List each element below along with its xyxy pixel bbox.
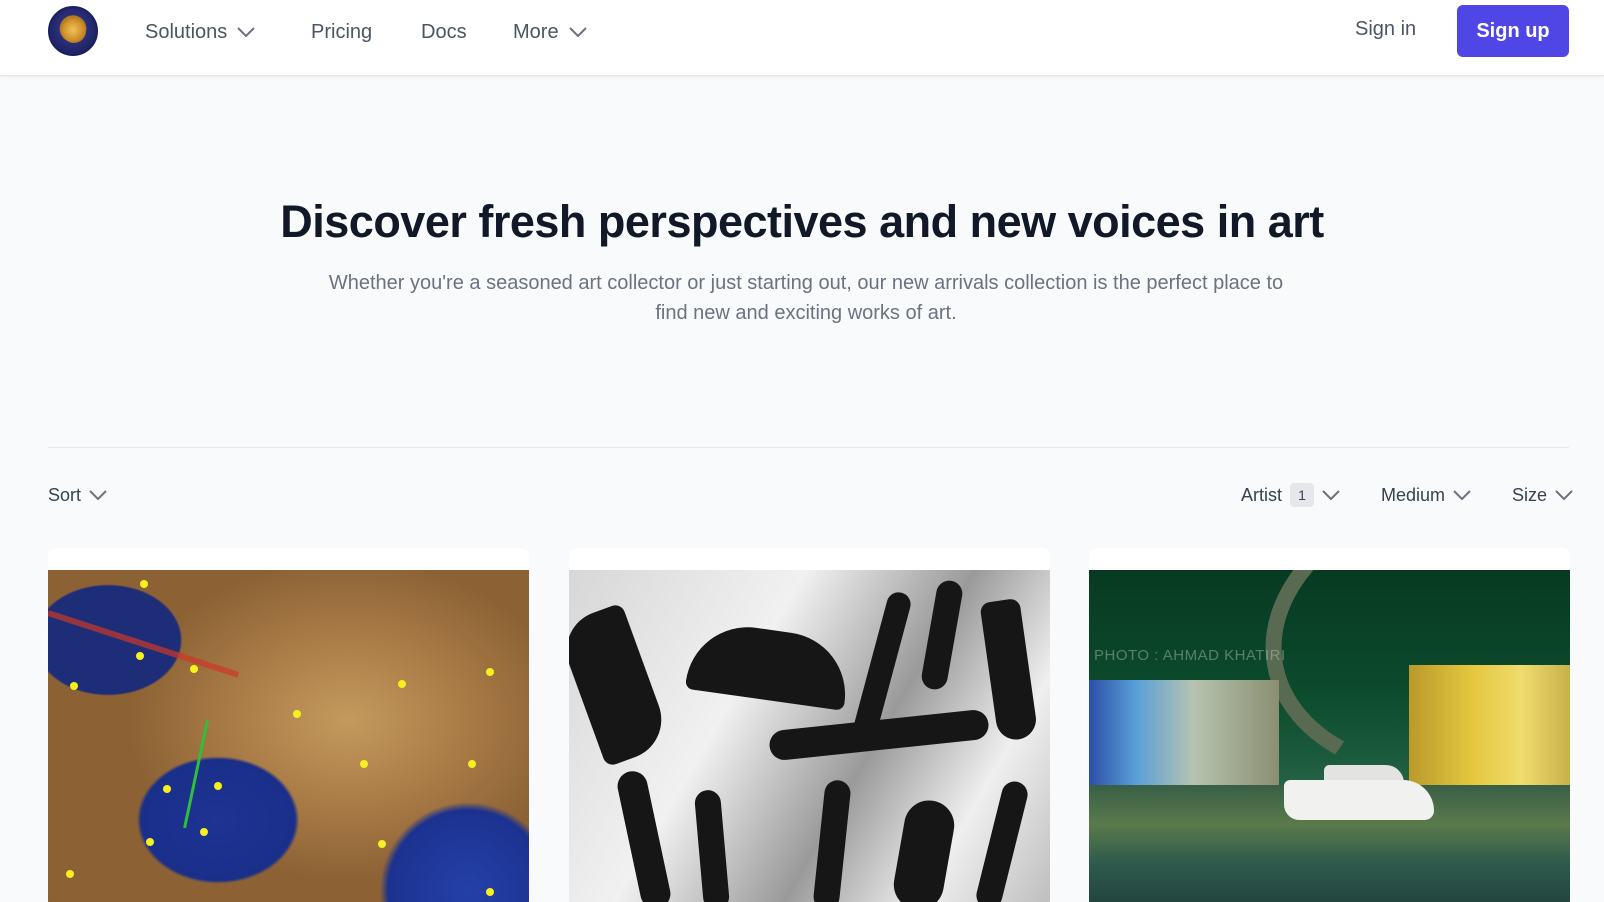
arabic-calligraphy-image <box>569 570 1050 902</box>
sign-up-button[interactable]: Sign up <box>1457 5 1569 57</box>
artist-filter-count-badge: 1 <box>1290 483 1315 507</box>
nav-pricing[interactable]: Pricing <box>311 18 372 46</box>
artwork-card[interactable] <box>569 548 1050 902</box>
sign-in-link[interactable]: Sign in <box>1355 18 1416 46</box>
photo-watermark: PHOTO : AHMAD KHATIRI <box>1094 647 1286 664</box>
artist-filter-label: Artist <box>1241 484 1283 505</box>
nav-solutions-label: Solutions <box>145 20 228 43</box>
sort-dropdown[interactable]: Sort <box>48 482 107 508</box>
marina-yacht-image: PHOTO : AHMAD KHATIRI <box>1089 570 1570 902</box>
nav-docs-label: Docs <box>421 20 467 43</box>
sort-label: Sort <box>48 484 82 505</box>
size-filter-label: Size <box>1512 484 1548 505</box>
flight-map-image <box>48 570 529 902</box>
chevron-down-icon <box>237 26 255 38</box>
chevron-down-icon <box>1322 489 1340 501</box>
medium-filter[interactable]: Medium <box>1381 482 1471 508</box>
lion-icon <box>62 19 86 43</box>
artist-filter[interactable]: Artist 1 <box>1241 482 1340 508</box>
artwork-card[interactable]: PHOTO : AHMAD KHATIRI <box>1089 548 1570 902</box>
nav-more[interactable]: More <box>513 18 587 46</box>
artwork-card[interactable] <box>48 548 529 902</box>
section-divider <box>48 447 1569 448</box>
medium-filter-label: Medium <box>1381 484 1446 505</box>
lion-emblem-logo[interactable] <box>48 6 98 56</box>
nav-solutions[interactable]: Solutions <box>145 18 255 46</box>
chevron-down-icon <box>568 26 587 38</box>
hero-title: Discover fresh perspectives and new voic… <box>280 196 1324 247</box>
chevron-down-icon <box>89 489 107 501</box>
nav-docs[interactable]: Docs <box>421 18 467 46</box>
nav-pricing-label: Pricing <box>311 20 373 43</box>
nav-more-label: More <box>513 20 559 43</box>
chevron-down-icon <box>1453 489 1471 501</box>
top-navigation-bar: Solutions Pricing Docs More Sign in Sign… <box>0 0 1604 76</box>
hero-subtitle: Whether you're a seasoned art collector … <box>328 272 1284 324</box>
chevron-down-icon <box>1555 489 1573 501</box>
size-filter[interactable]: Size <box>1512 482 1573 508</box>
